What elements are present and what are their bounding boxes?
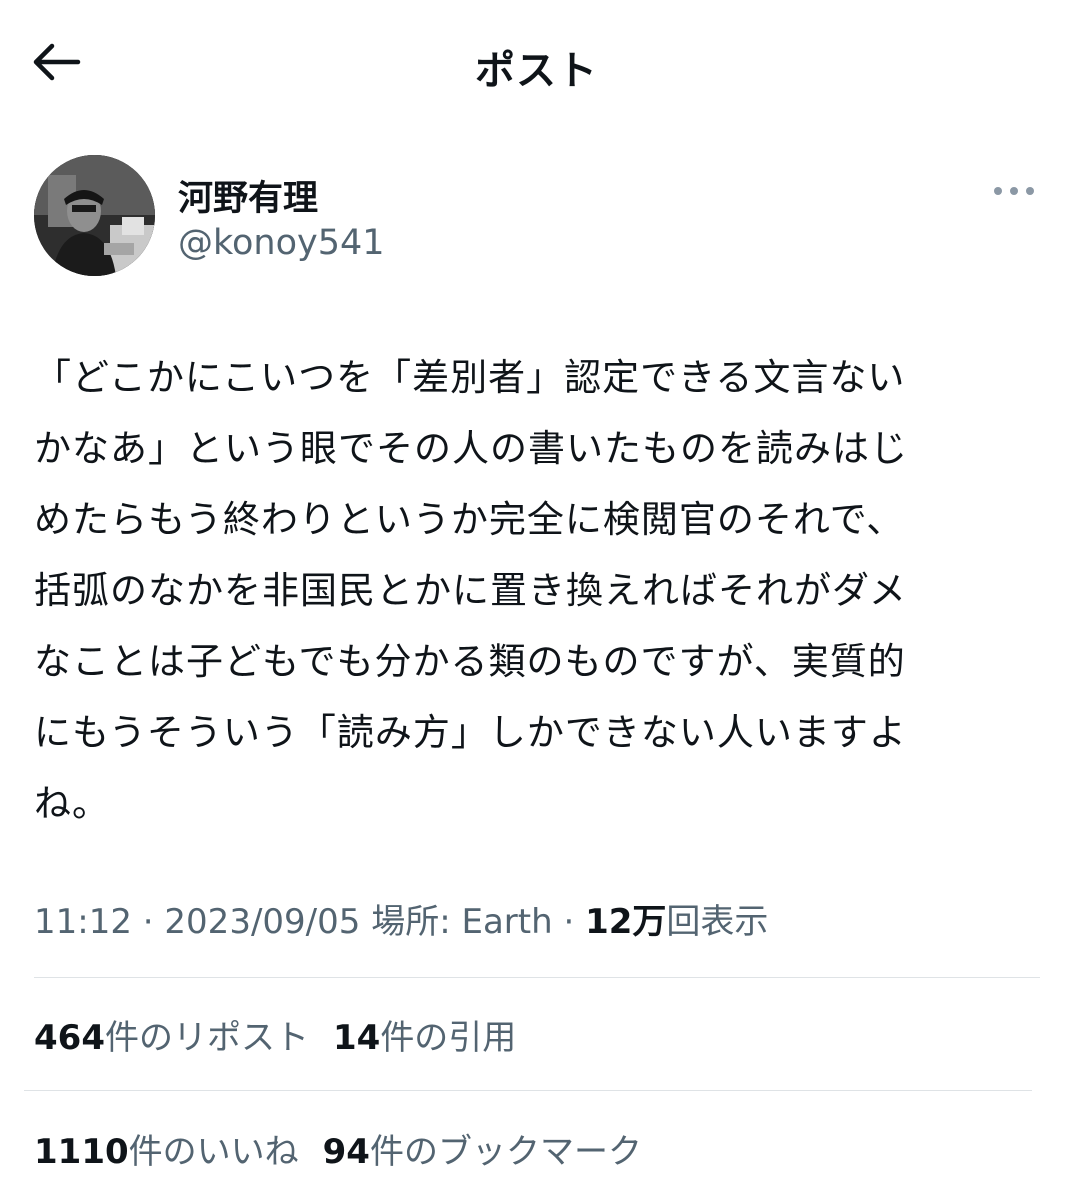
page-title: ポスト (475, 48, 598, 94)
like-count: 1110 (34, 1132, 129, 1172)
more-options-button[interactable] (992, 178, 1036, 204)
post-detail-page: ポスト 河野有理 @konoy541 「どこかにこいつを「差別者」認定できる文言… (0, 0, 1073, 1200)
post-location: 場所: Earth (371, 902, 553, 942)
quote-label: 件の引用 (380, 1018, 517, 1058)
like-label: 件のいいね (128, 1132, 299, 1172)
author-display-name[interactable]: 河野有理 (178, 170, 318, 221)
repost-stats-row: 464件のリポスト 14件の引用 (34, 1010, 540, 1059)
view-count-label: 回表示 (666, 902, 769, 942)
post-meta: 11:12 · 2023/09/05 場所: Earth · 12万回表示 (34, 894, 768, 943)
profile-photo (34, 155, 155, 276)
divider (24, 1090, 1032, 1091)
reposts-link[interactable]: 464件のリポスト (34, 1018, 309, 1058)
repost-label: 件のリポスト (104, 1018, 309, 1058)
post-text: 「どこかにこいつを「差別者」認定できる文言ない かなあ」という眼でその人の書いた… (34, 356, 908, 825)
repost-count: 464 (34, 1018, 105, 1058)
like-stats-row: 1110件のいいね 94件のブックマーク (34, 1124, 666, 1173)
post-time[interactable]: 11:12 (34, 902, 132, 942)
divider (34, 977, 1040, 978)
likes-link[interactable]: 1110件のいいね (34, 1132, 299, 1172)
author-handle[interactable]: @konoy541 (178, 223, 385, 263)
meta-separator: · (552, 902, 586, 942)
avatar[interactable] (34, 155, 155, 276)
bookmarks-link[interactable]: 94件のブックマーク (323, 1132, 642, 1172)
quotes-link[interactable]: 14件の引用 (333, 1018, 516, 1058)
top-bar: ポスト (0, 0, 1073, 124)
post-date[interactable]: 2023/09/05 (164, 902, 360, 942)
more-horizontal-icon (994, 187, 1034, 195)
bookmark-label: 件のブックマーク (369, 1132, 642, 1172)
quote-count: 14 (332, 1018, 381, 1058)
view-count: 12万 (585, 902, 667, 942)
bookmark-count: 94 (322, 1132, 370, 1172)
meta-separator: · (131, 902, 165, 942)
